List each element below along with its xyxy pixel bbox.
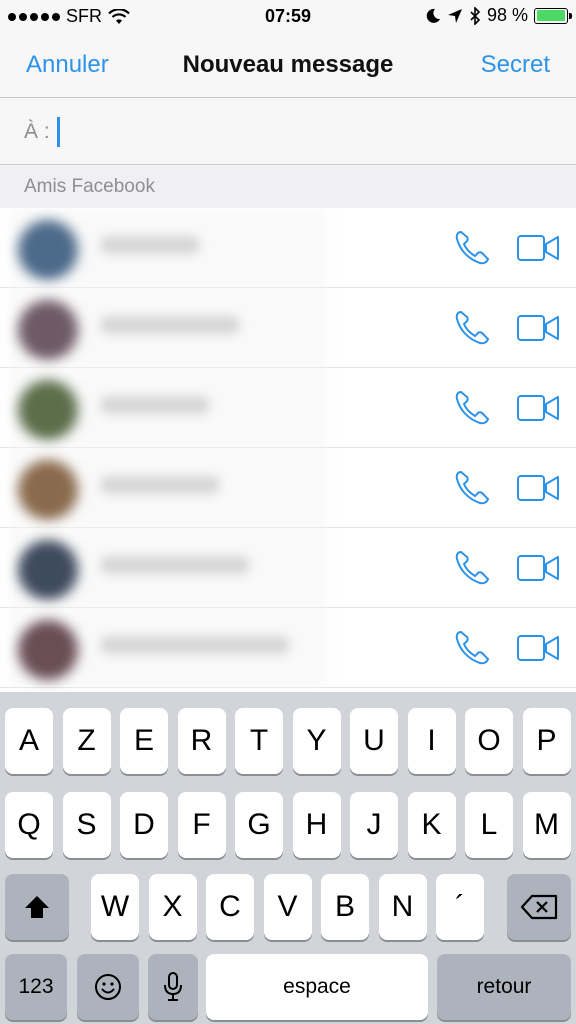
backspace-key[interactable] bbox=[507, 874, 571, 940]
key-f[interactable]: F bbox=[177, 792, 226, 858]
key-e[interactable]: E bbox=[120, 708, 168, 774]
phone-icon[interactable] bbox=[452, 388, 492, 428]
blurred-contact-name bbox=[100, 556, 250, 574]
avatar bbox=[18, 300, 78, 360]
status-bar: SFR 07:59 98 % bbox=[0, 0, 576, 34]
key-x[interactable]: X bbox=[148, 874, 197, 940]
phone-icon[interactable] bbox=[452, 468, 492, 508]
text-cursor bbox=[57, 117, 60, 147]
keyboard: A Z E R T Y U I O P Q S D F G H J K L M W X C V B N ´ 123 espace reto… bbox=[0, 692, 576, 1024]
phone-icon[interactable] bbox=[452, 628, 492, 668]
moon-icon bbox=[426, 8, 440, 23]
emoji-icon bbox=[95, 974, 121, 1000]
key-u[interactable]: U bbox=[350, 708, 398, 774]
shift-key[interactable] bbox=[5, 874, 69, 940]
avatar bbox=[18, 540, 78, 600]
key-acute-accent[interactable]: ´ bbox=[436, 874, 484, 940]
key-d[interactable]: D bbox=[120, 792, 168, 858]
key-q[interactable]: Q bbox=[5, 792, 53, 858]
blurred-contact-name bbox=[100, 396, 210, 414]
blurred-contact-name bbox=[100, 476, 220, 494]
location-arrow-icon bbox=[447, 8, 462, 23]
key-r[interactable]: R bbox=[177, 708, 226, 774]
space-key[interactable]: espace bbox=[206, 954, 428, 1020]
key-w[interactable]: W bbox=[91, 874, 139, 940]
avatar bbox=[18, 380, 78, 440]
video-camera-icon[interactable] bbox=[516, 390, 560, 426]
key-k[interactable]: K bbox=[407, 792, 456, 858]
section-header-label: Amis Facebook bbox=[24, 176, 155, 197]
video-camera-icon[interactable] bbox=[516, 230, 560, 266]
recipient-field[interactable]: À : bbox=[0, 99, 576, 165]
blurred-contact-name bbox=[100, 236, 200, 254]
contact-list bbox=[0, 208, 576, 692]
avatar bbox=[18, 620, 78, 680]
phone-icon[interactable] bbox=[452, 548, 492, 588]
battery-percent: 98 % bbox=[486, 5, 528, 25]
key-o[interactable]: O bbox=[465, 708, 513, 774]
key-h[interactable]: H bbox=[292, 792, 341, 858]
blurred-contact-name bbox=[100, 316, 240, 334]
key-p[interactable]: P bbox=[522, 708, 571, 774]
contact-row[interactable] bbox=[0, 368, 576, 448]
key-l[interactable]: L bbox=[465, 792, 513, 858]
return-key[interactable]: retour bbox=[437, 954, 571, 1020]
battery-fill bbox=[536, 10, 565, 21]
key-g[interactable]: G bbox=[235, 792, 283, 858]
status-right: 98 % bbox=[425, 5, 572, 26]
contact-row[interactable] bbox=[0, 528, 576, 608]
backspace-icon bbox=[520, 894, 558, 920]
key-n[interactable]: N bbox=[378, 874, 427, 940]
key-y[interactable]: Y bbox=[292, 708, 341, 774]
key-m[interactable]: M bbox=[522, 792, 571, 858]
video-camera-icon[interactable] bbox=[516, 550, 560, 586]
key-j[interactable]: J bbox=[350, 792, 398, 858]
bluetooth-icon bbox=[470, 6, 481, 25]
dictation-key[interactable] bbox=[148, 954, 198, 1020]
contact-row[interactable] bbox=[0, 608, 576, 688]
navigation-bar: Annuler Nouveau message Secret bbox=[0, 34, 576, 98]
blurred-contact-name bbox=[100, 636, 290, 654]
battery-icon bbox=[534, 7, 572, 24]
avatar bbox=[18, 460, 78, 520]
emoji-key[interactable] bbox=[77, 954, 139, 1020]
key-c[interactable]: C bbox=[206, 874, 254, 940]
key-a[interactable]: A bbox=[5, 708, 53, 774]
section-header: Amis Facebook bbox=[0, 166, 576, 208]
shift-icon bbox=[25, 896, 49, 918]
video-camera-icon[interactable] bbox=[516, 470, 560, 506]
key-v[interactable]: V bbox=[263, 874, 312, 940]
key-s[interactable]: S bbox=[62, 792, 111, 858]
numbers-key[interactable]: 123 bbox=[5, 954, 67, 1020]
phone-icon[interactable] bbox=[452, 308, 492, 348]
key-b[interactable]: B bbox=[321, 874, 369, 940]
secret-button[interactable]: Secret bbox=[481, 51, 550, 79]
microphone-icon bbox=[164, 972, 182, 1001]
video-camera-icon[interactable] bbox=[516, 630, 560, 666]
video-camera-icon[interactable] bbox=[516, 310, 560, 346]
contact-row[interactable] bbox=[0, 208, 576, 288]
contact-row[interactable] bbox=[0, 448, 576, 528]
key-z[interactable]: Z bbox=[62, 708, 111, 774]
phone-icon[interactable] bbox=[452, 228, 492, 268]
recipient-label: À : bbox=[24, 120, 50, 143]
key-t[interactable]: T bbox=[235, 708, 283, 774]
avatar bbox=[18, 220, 78, 280]
key-i[interactable]: I bbox=[407, 708, 456, 774]
contact-row[interactable] bbox=[0, 288, 576, 368]
